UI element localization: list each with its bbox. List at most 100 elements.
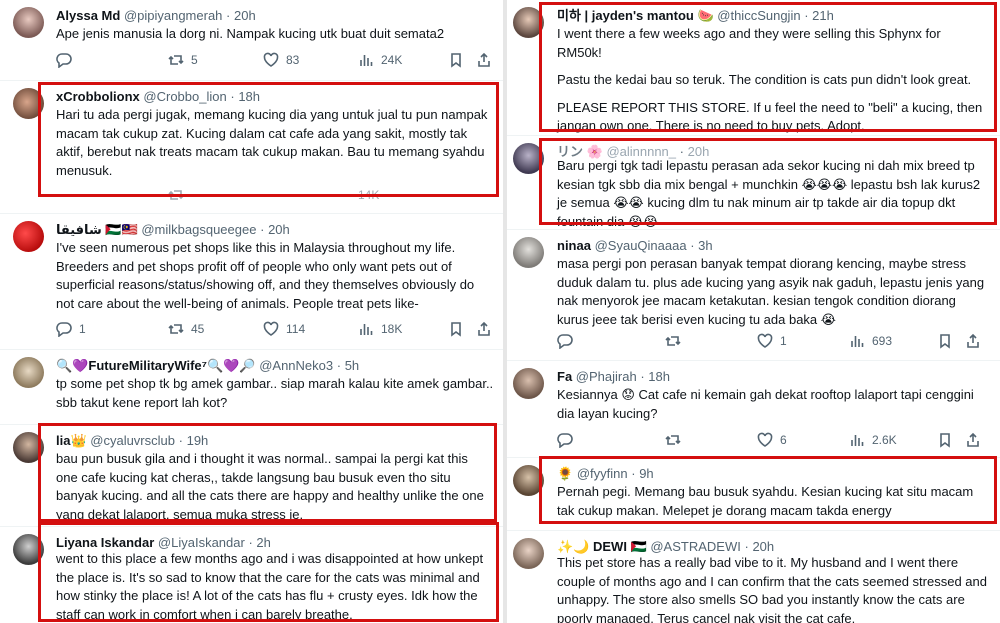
tweet-text: Pernah pegi. Memang bau busuk syahdu. Ke… [557, 484, 974, 518]
timestamp[interactable]: 19h [187, 433, 209, 448]
tweet-phajirah[interactable]: Fa @Phajirah · 18h Kesiannya 😟 Cat cafe … [507, 360, 1000, 454]
tweet-alyssa[interactable]: Alyssa Md @pipiyangmerah · 20h Ape jenis… [0, 0, 503, 78]
display-name[interactable]: شافيقا 🇵🇸🇲🇾 [56, 222, 138, 237]
reply-button[interactable] [557, 333, 665, 349]
avatar[interactable] [513, 538, 544, 569]
views-button[interactable]: 24K [358, 52, 448, 68]
avatar[interactable] [13, 88, 44, 119]
repost-button[interactable] [665, 333, 757, 349]
timestamp[interactable]: 18h [648, 369, 670, 384]
bookmark-button[interactable] [448, 321, 476, 337]
views-icon [851, 435, 864, 446]
tweet-thiccsungjin[interactable]: 미하 | jayden's mantou 🍉 @thiccSungjin · 2… [507, 0, 1000, 133]
avatar[interactable] [13, 221, 44, 252]
tweet-text: Kesiannya 😟 Cat cafe ni kemain gah dekat… [557, 387, 974, 421]
tweet-syauqinaaaa[interactable]: ninaa @SyauQinaaaa · 3h masa pergi pon p… [507, 229, 1000, 357]
like-button[interactable]: 6 [757, 432, 849, 448]
handle[interactable]: @fyyfinn [577, 466, 628, 481]
display-name[interactable]: Alyssa Md [56, 8, 120, 23]
share-button[interactable] [965, 333, 981, 349]
display-name[interactable]: lia👑 [56, 433, 87, 448]
reply-button[interactable]: 1 [56, 321, 168, 337]
timestamp[interactable]: 3h [698, 238, 712, 253]
tweet-astradewi[interactable]: ✨🌙 DEWI 🇵🇸 @ASTRADEWI · 20h This pet sto… [507, 530, 1000, 623]
display-name[interactable]: ✨🌙 DEWI 🇵🇸 [557, 539, 647, 554]
avatar[interactable] [13, 432, 44, 463]
timestamp[interactable]: 9h [639, 466, 653, 481]
avatar[interactable] [513, 7, 544, 38]
views-button[interactable]: 14K [358, 188, 448, 202]
share-button[interactable] [965, 432, 981, 448]
avatar[interactable] [13, 357, 44, 388]
handle[interactable]: @Phajirah [576, 369, 637, 384]
like-button[interactable]: 1 [757, 333, 849, 349]
like-icon [263, 321, 279, 336]
timestamp[interactable]: 18h [238, 89, 260, 104]
bookmark-button[interactable] [448, 52, 476, 68]
avatar[interactable] [13, 7, 44, 38]
tweet-liyanaiskandar[interactable]: Liyana Iskandar @LiyaIskandar · 2h went … [0, 526, 503, 623]
display-name[interactable]: 🌻 [557, 466, 573, 481]
handle[interactable]: @thiccSungjin [717, 8, 800, 23]
tweet-cyaluvrsclub[interactable]: lia👑 @cyaluvrsclub · 19h bau pun busuk g… [0, 424, 503, 524]
like-count: 83 [286, 53, 300, 67]
share-icon [967, 333, 979, 348]
avatar[interactable] [513, 143, 544, 174]
handle[interactable]: @pipiyangmerah [124, 8, 222, 23]
reply-icon [557, 433, 573, 448]
like-button[interactable]: 114 [263, 321, 358, 337]
display-name[interactable]: xCrobbolionx [56, 89, 140, 104]
handle[interactable]: @SyauQinaaaa [595, 238, 687, 253]
timestamp[interactable]: 20h [234, 8, 256, 23]
repost-button[interactable] [665, 432, 757, 448]
repost-icon [168, 324, 184, 334]
views-button[interactable]: 693 [849, 333, 937, 349]
avatar[interactable] [513, 368, 544, 399]
like-button[interactable]: 83 [263, 52, 358, 68]
views-count: 693 [872, 334, 893, 348]
repost-button[interactable] [168, 187, 263, 203]
tweet-xcrobbolionx[interactable]: xCrobbolionx @Crobbo_lion · 18h Hari tu … [0, 80, 503, 210]
views-button[interactable]: 2.6K [849, 432, 937, 448]
reply-button[interactable] [56, 52, 168, 68]
bookmark-button[interactable] [937, 333, 965, 349]
tweet-annneko3[interactable]: 🔍💜FutureMilitaryWife⁷🔍💜🔎 @AnnNeko3 · 5h … [0, 349, 503, 421]
handle[interactable]: @LiyaIskandar [158, 535, 245, 550]
bookmark-button[interactable] [937, 432, 965, 448]
views-button[interactable]: 18K [358, 321, 448, 337]
timestamp[interactable]: 2h [256, 535, 270, 550]
avatar[interactable] [13, 534, 44, 565]
display-name[interactable]: 미하 | jayden's mantou 🍉 [557, 8, 714, 23]
handle[interactable]: @Crobbo_lion [143, 89, 226, 104]
repost-count: 5 [191, 53, 198, 67]
display-name[interactable]: 🔍💜FutureMilitaryWife⁷🔍💜🔎 [56, 358, 256, 373]
handle[interactable]: @ASTRADEWI [650, 539, 740, 554]
timestamp[interactable]: 20h [268, 222, 290, 237]
share-button[interactable] [476, 321, 492, 337]
reply-button[interactable] [557, 432, 665, 448]
avatar[interactable] [513, 465, 544, 496]
tweet-alinnnnn[interactable]: リン 🌸 @alinnnnn_ · 20h Baru pergi tgk tad… [507, 135, 1000, 227]
repost-icon [168, 190, 184, 200]
repost-icon [168, 55, 184, 65]
like-icon [263, 52, 279, 67]
timestamp[interactable]: 20h [752, 539, 774, 554]
handle[interactable]: @AnnNeko3 [259, 358, 333, 373]
handle[interactable]: @cyaluvrsclub [90, 433, 175, 448]
tweet-text: masa pergi pon perasan banyak tempat dio… [557, 256, 985, 327]
display-name[interactable]: Liyana Iskandar [56, 535, 154, 550]
timestamp[interactable]: 21h [812, 8, 834, 23]
avatar[interactable] [513, 237, 544, 268]
repost-button[interactable]: 5 [168, 52, 263, 68]
views-count: 2.6K [872, 433, 897, 447]
tweet-fyyfinn[interactable]: 🌻 @fyyfinn · 9h Pernah pegi. Memang bau … [507, 457, 1000, 527]
handle[interactable]: @milkbagsqueegee [141, 222, 256, 237]
timestamp[interactable]: 5h [345, 358, 359, 373]
display-name[interactable]: Fa [557, 369, 572, 384]
share-button[interactable] [476, 52, 492, 68]
bookmark-icon [451, 322, 461, 337]
repost-button[interactable]: 45 [168, 321, 263, 337]
tweet-milkbagsqueegee[interactable]: شافيقا 🇵🇸🇲🇾 @milkbagsqueegee · 20h I've … [0, 213, 503, 347]
display-name[interactable]: ninaa [557, 238, 591, 253]
tweet-header: Fa @Phajirah · 18h [557, 369, 670, 384]
